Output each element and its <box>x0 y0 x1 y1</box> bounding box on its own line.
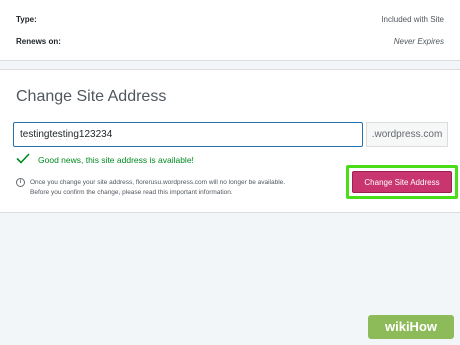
type-value: Included with Site <box>381 15 444 24</box>
domain-suffix: .wordpress.com <box>366 122 448 147</box>
availability-text: Good news, this site address is availabl… <box>38 154 194 165</box>
wikihow-watermark: wikiHow <box>368 315 454 339</box>
checkmark-icon <box>16 153 30 166</box>
availability-message: Good news, this site address is availabl… <box>16 153 194 166</box>
type-label: Type: <box>16 15 37 24</box>
info-line-2: Before you confirm the change, please re… <box>30 189 233 196</box>
renews-value: Never Expires <box>393 37 444 46</box>
info-text: Once you change your site address, flore… <box>30 178 330 198</box>
info-icon: i <box>16 178 25 187</box>
plan-details-card: Type: Included with Site Renews on: Neve… <box>0 0 460 61</box>
info-line-1: Once you change your site address, flore… <box>30 179 286 186</box>
renews-label: Renews on: <box>16 37 61 46</box>
site-address-input[interactable] <box>13 122 363 147</box>
card-title: Change Site Address <box>16 88 167 105</box>
change-site-address-button[interactable]: Change Site Address <box>352 171 452 193</box>
